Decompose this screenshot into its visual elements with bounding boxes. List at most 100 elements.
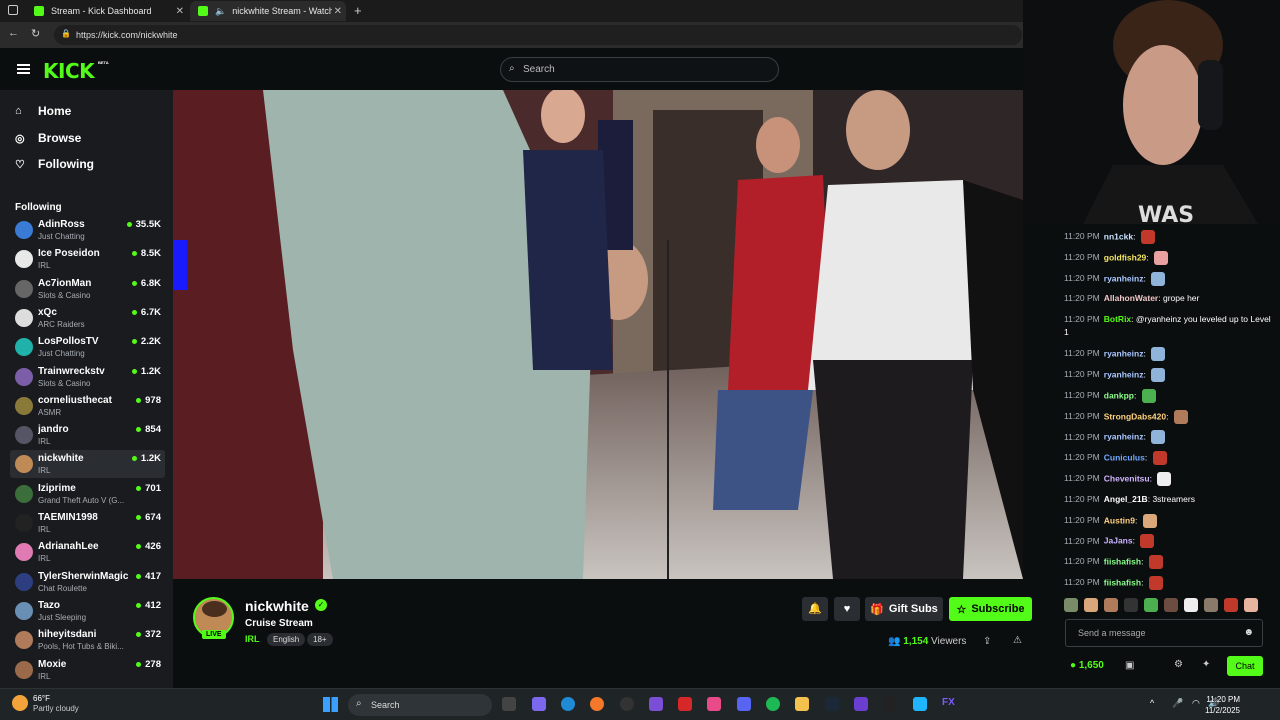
chat-username[interactable]: nn1ckk <box>1104 231 1133 241</box>
emoji-icon[interactable]: ☻ <box>1243 627 1254 638</box>
streamer-name[interactable]: nickwhite <box>245 598 309 614</box>
sidebar-channel-hiheyitsdani[interactable]: hiheyitsdani Pools, Hot Tubs & Biki... 372 <box>10 626 165 654</box>
emote-icon[interactable] <box>1124 598 1138 612</box>
tag-language[interactable]: English <box>267 633 306 646</box>
weather-icon[interactable] <box>12 695 28 711</box>
chat-username[interactable]: StrongDabs420 <box>1104 411 1166 421</box>
app-icon[interactable] <box>854 697 868 711</box>
app-icon[interactable] <box>678 697 692 711</box>
windows-start-icon[interactable] <box>323 697 338 712</box>
app-icon[interactable] <box>883 697 897 711</box>
emote-icon[interactable] <box>1244 598 1258 612</box>
stream-category[interactable]: IRL <box>245 634 260 644</box>
sidebar-item-home[interactable]: ⌂ Home <box>15 104 71 118</box>
mic-icon[interactable]: 🎤 <box>1172 698 1183 709</box>
emote-icon[interactable] <box>1204 598 1218 612</box>
obs-icon[interactable] <box>620 697 634 711</box>
subscribe-button[interactable]: ☆ Subscribe <box>949 597 1032 621</box>
notification-bell-icon[interactable]: 🔔 <box>802 597 828 621</box>
tag-age[interactable]: 18+ <box>307 633 333 646</box>
back-icon[interactable]: ← <box>8 27 19 39</box>
chat-username[interactable]: dankpp <box>1104 390 1134 400</box>
music-icon[interactable] <box>707 697 721 711</box>
chat-send-button[interactable]: Chat <box>1227 656 1263 676</box>
speaker-icon[interactable]: 🔈 <box>215 6 226 17</box>
emote-icon[interactable] <box>1184 598 1198 612</box>
sidebar-channel-tylersherwinmagic[interactable]: TylerSherwinMagic Chat Roulette 417 <box>10 568 165 596</box>
hamburger-menu-icon[interactable] <box>17 64 30 74</box>
weather-widget[interactable]: 66°F Partly cloudy <box>33 694 79 714</box>
edge-icon[interactable] <box>561 697 575 711</box>
chat-username[interactable]: goldfish29 <box>1104 252 1147 262</box>
tab-nickwhite-stream[interactable]: 🔈 nickwhite Stream - Watch Li... ✕ <box>190 1 346 21</box>
emote-icon[interactable] <box>1164 598 1178 612</box>
discord-icon[interactable] <box>737 697 751 711</box>
sidebar-channel-tazo[interactable]: Tazo Just Sleeping 412 <box>10 597 165 625</box>
sidebar-item-browse[interactable]: ◎ Browse <box>15 131 81 145</box>
sidebar-channel-ice poseidon[interactable]: Ice Poseidon IRL 8.5K <box>10 245 165 273</box>
spotify-icon[interactable] <box>766 697 780 711</box>
sidebar-channel-iziprime[interactable]: Iziprime Grand Theft Auto V (G... 701 <box>10 480 165 508</box>
sidebar-channel-trainwreckstv[interactable]: Trainwreckstv Slots & Casino 1.2K <box>10 363 165 391</box>
tray-chevron-icon[interactable]: ^ <box>1150 698 1154 708</box>
close-tab-icon[interactable]: ✕ <box>334 6 342 17</box>
follow-heart-icon[interactable]: ♥ <box>834 597 860 621</box>
chat-username[interactable]: BotRix <box>1104 314 1131 324</box>
folder-icon[interactable] <box>795 697 809 711</box>
share-icon[interactable]: ⇪ <box>983 636 991 647</box>
chat-input[interactable]: Send a message ☻ <box>1065 619 1263 647</box>
fx-icon[interactable]: FX <box>942 697 956 711</box>
emote-icon[interactable] <box>1224 598 1238 612</box>
report-icon[interactable]: ⚠ <box>1013 635 1022 646</box>
app-icon[interactable] <box>913 697 927 711</box>
chat-username[interactable]: Cuniculus <box>1104 452 1145 462</box>
close-tab-icon[interactable]: ✕ <box>176 6 184 17</box>
sidebar-channel-nickwhite[interactable]: nickwhite IRL 1.2K <box>10 450 165 479</box>
refresh-icon[interactable]: ↻ <box>31 27 40 40</box>
window-menu-icon[interactable] <box>8 5 18 15</box>
chat-username[interactable]: Austin9 <box>1104 515 1135 525</box>
emote-icon[interactable] <box>1084 598 1098 612</box>
taskbar-search[interactable]: ⌕ Search <box>348 694 492 716</box>
kick-logo[interactable]: KICK <box>43 59 95 83</box>
channel-points[interactable]: ● 1,650 <box>1070 660 1104 671</box>
wifi-icon[interactable]: ◠ <box>1192 698 1200 709</box>
chat-username[interactable]: ryanheinz <box>1104 348 1144 358</box>
chat-username[interactable]: AllahonWater <box>1104 293 1158 303</box>
sidebar-channel-adrianahlee[interactable]: AdrianahLee IRL 426 <box>10 538 165 566</box>
sidebar-channel-jandro[interactable]: jandro IRL 854 <box>10 421 165 449</box>
sidebar-channel-lospollostv[interactable]: LosPollosTV Just Chatting 2.2K <box>10 333 165 361</box>
sidebar-channel-ac7ionman[interactable]: Ac7ionMan Slots & Casino 6.8K <box>10 275 165 303</box>
emote-picker-icon[interactable]: ✦ <box>1202 659 1210 670</box>
chat-username[interactable]: JaJans <box>1104 536 1133 546</box>
chat-username[interactable]: Chevenitsu <box>1104 473 1150 483</box>
steam-icon[interactable] <box>825 697 839 711</box>
sidebar-channel-moxie[interactable]: Moxie IRL 278 <box>10 656 165 684</box>
chat-username[interactable]: ryanheinz <box>1104 273 1144 283</box>
firefox-icon[interactable] <box>590 697 604 711</box>
chat-username[interactable]: ryanheinz <box>1104 432 1144 442</box>
app-icon[interactable] <box>649 697 663 711</box>
sidebar-channel-adinross[interactable]: AdinRoss Just Chatting 35.5K <box>10 216 165 244</box>
tab-kick-dashboard[interactable]: Stream - Kick Dashboard ✕ <box>26 1 188 21</box>
emote-icon[interactable] <box>1064 598 1078 612</box>
sidebar-item-following[interactable]: ♡ Following <box>15 157 94 171</box>
sidebar-channel-xqc[interactable]: xQc ARC Raiders 6.7K <box>10 304 165 332</box>
new-tab-icon[interactable]: + <box>354 3 362 18</box>
chat-username[interactable]: ryanheinz <box>1104 369 1144 379</box>
emote-icon[interactable] <box>1104 598 1118 612</box>
settings-gear-icon[interactable]: ⚙ <box>1174 659 1183 670</box>
sidebar-channel-corneliusthecat[interactable]: corneliusthecat ASMR 978 <box>10 392 165 420</box>
video-player[interactable] <box>173 90 1023 579</box>
copilot-icon[interactable] <box>532 697 546 711</box>
emote-icon[interactable] <box>1144 598 1158 612</box>
chat-username[interactable]: fiishafish <box>1104 577 1141 587</box>
store-icon[interactable]: ▣ <box>1125 660 1134 671</box>
search-input[interactable]: ⌕ Search <box>500 57 779 82</box>
sidebar-channel-taemin1998[interactable]: TAEMIN1998 IRL 674 <box>10 509 165 537</box>
system-clock[interactable]: 11:20 PM 11/2/2025 <box>1205 694 1240 716</box>
task-view-icon[interactable] <box>502 697 516 711</box>
chat-username[interactable]: Angel_21B <box>1104 494 1148 504</box>
gift-subs-button[interactable]: 🎁 Gift Subs <box>865 597 943 621</box>
url-field[interactable]: 🔒 https://kick.com/nickwhite <box>54 25 1022 45</box>
